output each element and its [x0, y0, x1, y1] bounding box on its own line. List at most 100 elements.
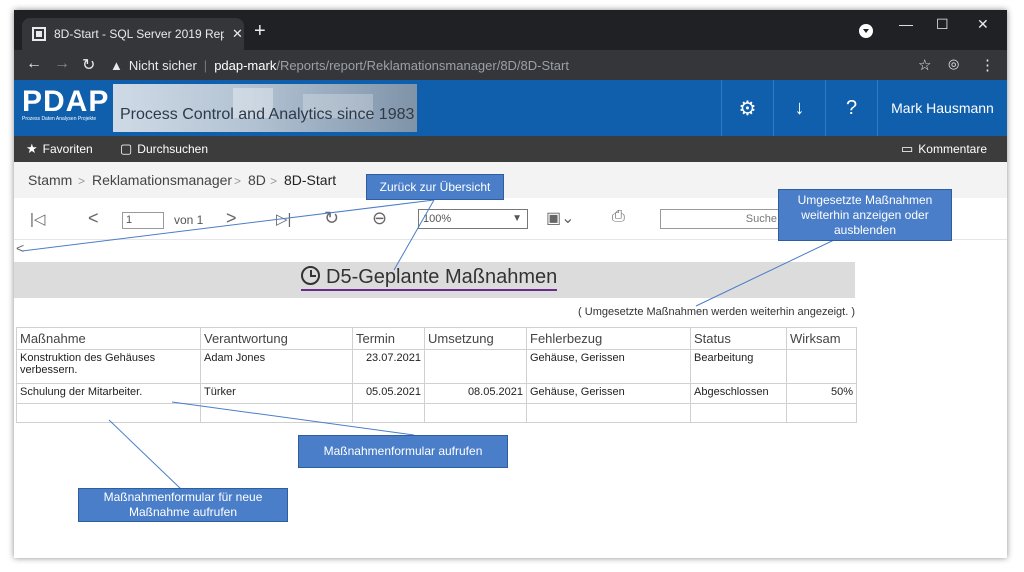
print-icon[interactable]: ⎙: [612, 208, 625, 226]
cell-status: Abgeschlossen: [690, 383, 787, 404]
browse-link[interactable]: ▢ Durchsuchen: [120, 141, 208, 157]
tab-title: 8D-Start - SQL Server 2019 Report: [54, 27, 224, 41]
cell-umsetzung: 08.05.2021: [424, 383, 527, 404]
help-button[interactable]: ?: [825, 80, 877, 136]
cell-status: Bearbeitung: [690, 349, 787, 384]
cell-new-massnahme[interactable]: [16, 403, 201, 423]
minimize-icon[interactable]: —: [899, 16, 913, 32]
menu-bar: ★ Favoriten ▢ Durchsuchen ▭ Kommentare: [14, 136, 1007, 162]
cell-verantwortung: Adam Jones: [200, 349, 353, 384]
column-header-fehlerbezug: Fehlerbezug: [526, 327, 691, 350]
logo-subtitle: Prozess Daten Analysen Projekte: [22, 116, 97, 122]
callout-open-form: Maßnahmenformular aufrufen: [298, 435, 508, 468]
chevron-right-icon: >: [270, 174, 278, 188]
forward-arrow-icon[interactable]: →: [54, 55, 70, 73]
back-to-parent-icon[interactable]: ⊖: [372, 208, 387, 229]
next-page-icon[interactable]: >: [226, 208, 237, 229]
collapse-parameters-icon[interactable]: <: [16, 240, 24, 256]
cell-verantwortung: Türker: [200, 383, 353, 404]
report-title-band: D5-Geplante Maßnahmen: [14, 262, 855, 298]
breadcrumb-item-reklamationsmanager[interactable]: Reklamationsmanager: [92, 172, 232, 188]
comment-icon: ▭: [901, 141, 914, 156]
url-path: /Reports/report/Reklamationsmanager/8D/8…: [276, 57, 569, 73]
new-tab-button[interactable]: +: [254, 20, 266, 43]
security-label: Nicht sicher: [128, 57, 197, 73]
pdap-logo[interactable]: PDAP Prozess Daten Analysen Projekte: [22, 85, 110, 128]
cell-wirksam: [786, 349, 857, 384]
url-host: pdap-mark: [214, 57, 277, 73]
page-count: von 1: [174, 213, 204, 227]
column-header-massnahme: Maßnahme: [16, 327, 201, 350]
clock-icon: [301, 266, 320, 285]
breadcrumb-item-current: 8D-Start: [284, 172, 337, 188]
column-header-wirksam: Wirksam: [786, 327, 857, 350]
cell-massnahme[interactable]: Schulung der Mitarbeiter.: [16, 383, 201, 404]
chevron-right-icon: >: [234, 174, 242, 188]
breadcrumb-item-stamm[interactable]: Stamm: [28, 172, 72, 188]
new-measure-row[interactable]: [16, 403, 857, 423]
first-page-icon[interactable]: |◁: [30, 210, 45, 228]
comments-label: Kommentare: [918, 142, 987, 156]
download-icon: ↓: [794, 96, 805, 119]
table-row[interactable]: Konstruktion des Gehäuses verbessern. Ad…: [16, 349, 857, 384]
chevron-down-icon: ▼: [512, 213, 522, 224]
find-input[interactable]: Suche: [660, 209, 780, 229]
cell-wirksam: 50%: [786, 383, 857, 404]
column-header-umsetzung: Umsetzung: [424, 327, 527, 350]
tab-bar: 8D-Start - SQL Server 2019 Report ✕ + — …: [14, 10, 1007, 50]
browser-window: 8D-Start - SQL Server 2019 Report ✕ + — …: [14, 10, 1007, 558]
last-page-icon[interactable]: ▷|: [276, 210, 291, 228]
url-separator: |: [203, 57, 208, 73]
column-header-status: Status: [690, 327, 787, 350]
refresh-icon[interactable]: ↻: [324, 208, 339, 229]
cell-umsetzung: [424, 349, 527, 384]
cell-termin: 05.05.2021: [352, 383, 425, 404]
extension-icon[interactable]: ◎: [948, 56, 959, 72]
column-header-termin: Termin: [352, 327, 425, 350]
maximize-icon[interactable]: ☐: [936, 16, 949, 33]
callout-new-measure-form: Maßnahmenformular für neue Maßnahme aufr…: [78, 488, 288, 522]
logo-text: PDAP: [22, 85, 110, 118]
back-arrow-icon[interactable]: ←: [26, 55, 42, 73]
table-row[interactable]: Schulung der Mitarbeiter. Türker 05.05.2…: [16, 383, 857, 404]
zoom-value: 100%: [423, 213, 452, 225]
url-field[interactable]: ▲ Nicht sicher | pdap-mark/Reports/repor…: [110, 54, 910, 76]
app-header: PDAP Prozess Daten Analysen Projekte Pro…: [14, 80, 1007, 136]
cell-massnahme[interactable]: Konstruktion des Gehäuses verbessern.: [16, 349, 201, 384]
reload-icon[interactable]: ↻: [82, 55, 95, 75]
toggle-implemented-link[interactable]: ( Umgesetzte Maßnahmen werden weiterhin …: [578, 306, 855, 318]
page-number-input[interactable]: 1: [122, 212, 164, 229]
close-window-icon[interactable]: ✕: [977, 16, 989, 33]
browser-tab[interactable]: 8D-Start - SQL Server 2019 Report ✕: [22, 18, 244, 50]
header-banner: Process Control and Analytics since 1983: [113, 84, 417, 132]
save-export-icon[interactable]: ▣⌄: [546, 208, 575, 228]
settings-button[interactable]: ⚙: [721, 80, 773, 136]
bookmark-star-icon[interactable]: ☆: [918, 56, 931, 74]
browser-menu-icon[interactable]: ⋮: [980, 56, 995, 74]
cell-termin: 23.07.2021: [352, 349, 425, 384]
browse-label: Durchsuchen: [137, 142, 209, 156]
measures-table: Maßnahme Verantwortung Termin Umsetzung …: [16, 327, 857, 423]
tab-close-icon[interactable]: ✕: [232, 26, 243, 42]
cell-fehlerbezug: Gehäuse, Gerissen: [526, 383, 691, 404]
favorites-link[interactable]: ★ Favoriten: [26, 141, 93, 157]
report-favicon-icon: [32, 27, 46, 41]
help-icon: ?: [845, 96, 858, 119]
previous-page-icon[interactable]: <: [88, 208, 99, 229]
user-menu[interactable]: Mark Hausmann: [877, 80, 1007, 136]
chevron-right-icon: >: [78, 174, 86, 188]
callout-toggle-implemented: Umgesetzte Maßnahmen weiterhin anzeigen …: [778, 189, 952, 241]
download-button[interactable]: ↓: [773, 80, 825, 136]
callout-back-to-overview: Zurück zur Übersicht: [366, 174, 504, 200]
star-icon: ★: [26, 141, 38, 156]
gear-icon: ⚙: [738, 97, 757, 120]
profile-menu-icon[interactable]: [859, 24, 873, 38]
comments-link[interactable]: ▭ Kommentare: [901, 141, 987, 157]
zoom-select[interactable]: 100% ▼: [418, 209, 528, 229]
favorites-label: Favoriten: [42, 142, 93, 156]
banner-text: Process Control and Analytics since 1983: [120, 106, 415, 123]
folder-icon: ▢: [120, 141, 133, 156]
breadcrumb-item-8d[interactable]: 8D: [248, 172, 266, 188]
address-bar: ← → ↻ ▲ Nicht sicher | pdap-mark/Reports…: [14, 50, 1007, 80]
column-header-verantwortung: Verantwortung: [200, 327, 353, 350]
